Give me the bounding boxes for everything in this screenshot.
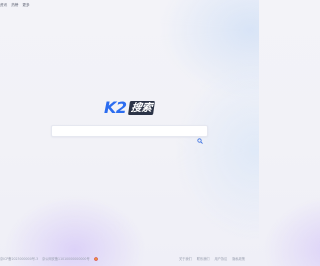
top-nav: 资讯 热榜 更多 <box>0 3 30 8</box>
search-box <box>51 125 208 144</box>
footer-link-privacy[interactable]: 隐私政策 <box>232 257 245 261</box>
nav-item-hot[interactable]: 热榜 <box>11 3 18 8</box>
footer-link-contact[interactable]: 联系我们 <box>197 257 210 261</box>
footer-link-about[interactable]: 关于我们 <box>179 257 192 261</box>
police-badge-icon <box>93 257 98 261</box>
logo-brand: K2 <box>104 98 127 117</box>
nav-item-more[interactable]: 更多 <box>22 3 29 8</box>
nav-item-news[interactable]: 资讯 <box>0 3 7 8</box>
search-input[interactable] <box>55 126 195 137</box>
police-record[interactable]: 京公网安备11010000000000号 <box>42 257 90 261</box>
search-icon[interactable] <box>197 129 203 144</box>
footer-left: 京ICP备2023000000号-3 京公网安备11010000000000号 <box>0 257 98 261</box>
footer-links: 关于我们 联系我们 用户协议 隐私政策 <box>179 257 245 261</box>
icp-record[interactable]: 京ICP备2023000000号-3 <box>0 257 38 261</box>
logo-badge: 搜索 <box>127 101 155 115</box>
logo: K2 搜索 <box>104 98 155 117</box>
footer-link-terms[interactable]: 用户协议 <box>215 257 228 261</box>
